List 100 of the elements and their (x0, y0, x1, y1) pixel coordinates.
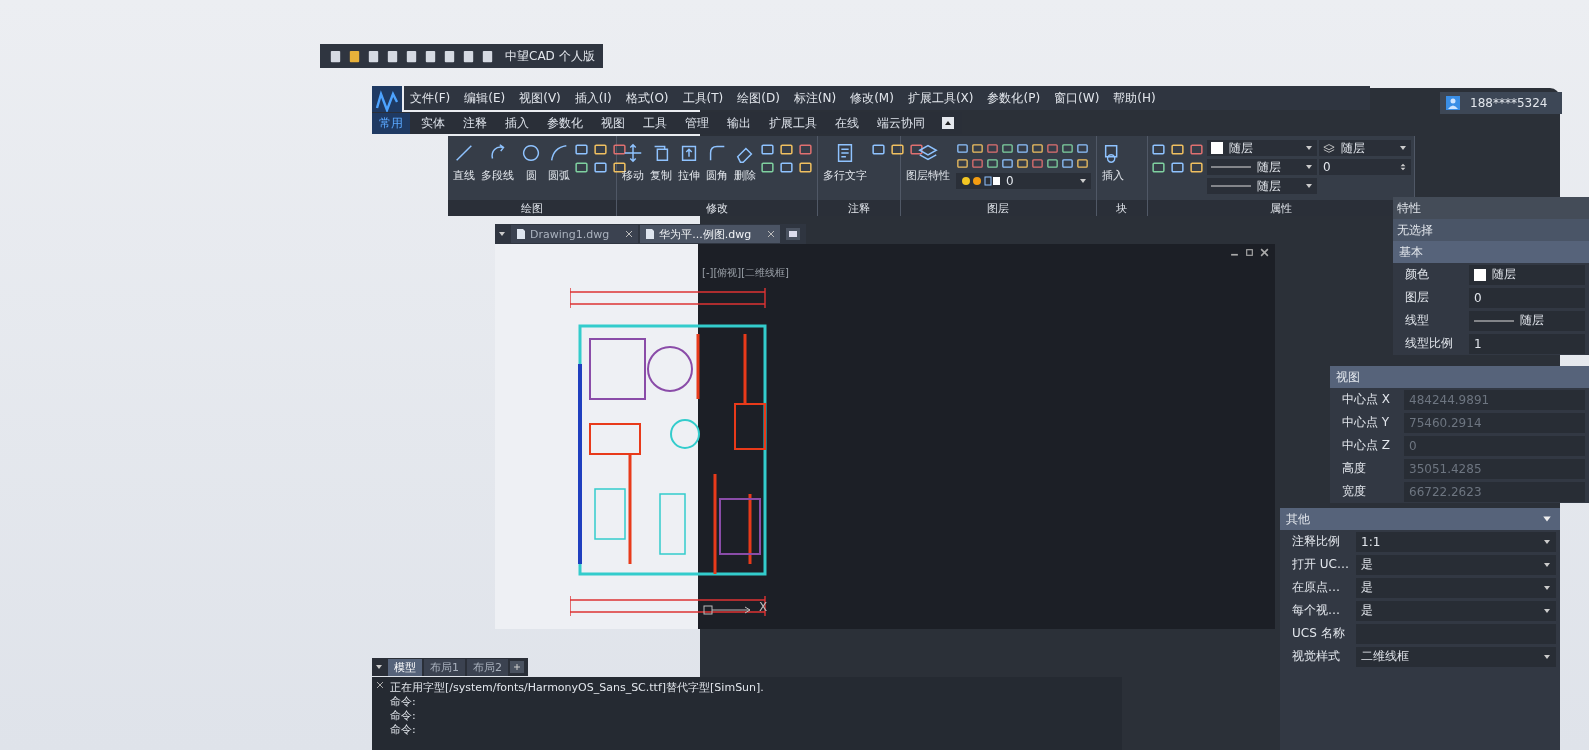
ribbon-tool-button[interactable]: 圆 (518, 140, 544, 185)
viewport-label[interactable]: [-][俯视][二维线框] (702, 266, 790, 280)
add-tab-icon[interactable] (510, 661, 524, 673)
ribbon-tab[interactable]: 视图 (594, 112, 632, 134)
property-value[interactable]: 1:1 (1356, 531, 1556, 552)
menu-item[interactable]: 格式(O) (625, 89, 669, 107)
document-tab[interactable]: Drawing1.dwg (511, 225, 639, 243)
tool-icon[interactable] (986, 157, 999, 170)
tool-icon[interactable] (1046, 142, 1059, 155)
menu-item[interactable]: 编辑(E) (464, 89, 506, 107)
tool-icon[interactable] (760, 142, 775, 157)
tool-icon[interactable] (1076, 157, 1089, 170)
layout-tab[interactable]: 模型 (388, 658, 422, 676)
new-tab-icon[interactable] (786, 228, 801, 240)
tool-icon[interactable] (593, 142, 608, 157)
ribbon-tab[interactable]: 工具 (636, 112, 674, 134)
tool-icon[interactable] (890, 142, 905, 157)
tool-icon[interactable] (871, 142, 886, 157)
tool-icon[interactable] (779, 142, 794, 157)
section-header[interactable]: 其他 (1280, 508, 1560, 530)
menu-item[interactable]: 视图(V) (519, 89, 561, 107)
ribbon-tab[interactable]: 参数化 (540, 112, 590, 134)
ribbon-tab[interactable]: 扩展工具 (762, 112, 824, 134)
tool-icon[interactable] (1061, 142, 1074, 155)
ribbon-tab[interactable]: 输出 (720, 112, 758, 134)
menu-item[interactable]: 修改(M) (850, 89, 894, 107)
close-icon[interactable] (625, 230, 634, 238)
property-dropdown[interactable]: 随层 (1207, 178, 1317, 194)
tool-icon[interactable] (1046, 157, 1059, 170)
tool-icon[interactable] (909, 142, 924, 157)
tool-icon[interactable] (1170, 142, 1185, 157)
collapse-icon[interactable] (942, 117, 954, 129)
document-tab[interactable]: 华为平...例图.dwg (640, 225, 781, 243)
ribbon-tab[interactable]: 实体 (414, 112, 452, 134)
tool-icon[interactable] (593, 160, 608, 175)
tool-icon[interactable] (1151, 142, 1166, 157)
tool-icon[interactable] (574, 142, 589, 157)
property-value[interactable]: 是 (1356, 600, 1556, 621)
ribbon-tool-button[interactable]: 圆角 (704, 140, 730, 185)
tool-icon[interactable] (574, 160, 589, 175)
selection-dropdown[interactable]: 无选择 (1393, 219, 1589, 241)
tool-icon[interactable] (971, 157, 984, 170)
ribbon-tool-button[interactable]: 拉伸 (676, 140, 702, 185)
close-icon[interactable] (376, 681, 384, 689)
tool-icon[interactable] (971, 142, 984, 155)
ribbon-tab[interactable]: 管理 (678, 112, 716, 134)
tool-icon[interactable] (986, 142, 999, 155)
ribbon-tool-button[interactable]: 图层特性 (904, 140, 952, 185)
layer-dropdown[interactable]: 0 (956, 173, 1091, 189)
tool-icon[interactable] (1031, 142, 1044, 155)
property-value[interactable]: 0 (1469, 287, 1585, 308)
tool-icon[interactable] (612, 142, 627, 157)
tool-icon[interactable] (1170, 160, 1185, 175)
ribbon-tool-button[interactable]: 多段线 (479, 140, 516, 185)
property-value[interactable]: 随层 (1469, 310, 1585, 331)
ribbon-tool-button[interactable]: 插入 (1099, 140, 1126, 185)
close-icon[interactable] (1260, 248, 1269, 257)
menu-item[interactable]: 扩展工具(X) (907, 89, 974, 107)
layout-tab[interactable]: 布局1 (424, 658, 465, 676)
menu-item[interactable]: 工具(T) (682, 89, 724, 107)
ribbon-tab[interactable]: 在线 (828, 112, 866, 134)
tool-icon[interactable] (1076, 142, 1089, 155)
property-dropdown[interactable]: 随层 (1207, 159, 1317, 175)
ribbon-tab[interactable]: 端云协同 (870, 112, 932, 134)
ribbon-tool-button[interactable]: 多行文字 (821, 140, 869, 185)
menu-item[interactable]: 窗口(W) (1054, 89, 1100, 107)
tool-icon[interactable] (956, 157, 969, 170)
property-value[interactable]: 1 (1469, 333, 1585, 354)
section-header[interactable]: 视图 (1330, 366, 1589, 388)
ribbon-tool-button[interactable]: 复制 (648, 140, 674, 185)
user-account-bar[interactable]: 188****5324 (1440, 92, 1562, 114)
tool-icon[interactable] (760, 160, 775, 175)
restore-icon[interactable] (1245, 248, 1254, 257)
ribbon-tool-button[interactable]: 圆弧 (546, 140, 572, 185)
menu-item[interactable]: 标注(N) (793, 89, 837, 107)
tool-icon[interactable] (1061, 157, 1074, 170)
tool-icon[interactable] (956, 142, 969, 155)
ribbon-tab[interactable]: 常用 (372, 112, 410, 134)
property-dropdown[interactable]: 0 (1319, 159, 1411, 175)
tool-icon[interactable] (779, 160, 794, 175)
tool-icon[interactable] (1016, 157, 1029, 170)
caret-icon[interactable] (375, 663, 383, 671)
menu-item[interactable]: 文件(F) (410, 89, 451, 107)
tool-icon[interactable] (1001, 157, 1014, 170)
tool-icon[interactable] (1001, 142, 1014, 155)
tool-icon[interactable] (1189, 160, 1204, 175)
property-dropdown[interactable]: 随层 (1207, 140, 1317, 156)
property-value[interactable]: 是 (1356, 577, 1556, 598)
ribbon-tool-button[interactable]: 直线 (451, 140, 477, 185)
tool-icon[interactable] (798, 142, 813, 157)
section-header[interactable]: 基本 (1393, 241, 1589, 263)
menu-item[interactable]: 绘图(D) (737, 89, 780, 107)
menu-item[interactable]: 帮助(H) (1113, 89, 1156, 107)
tool-icon[interactable] (1031, 157, 1044, 170)
tool-icon[interactable] (798, 160, 813, 175)
tool-icon[interactable] (1151, 160, 1166, 175)
ribbon-tab[interactable]: 插入 (498, 112, 536, 134)
ribbon-tool-button[interactable]: 移动 (620, 140, 646, 185)
caret-icon[interactable] (498, 230, 506, 238)
layout-tab[interactable]: 布局2 (467, 658, 508, 676)
